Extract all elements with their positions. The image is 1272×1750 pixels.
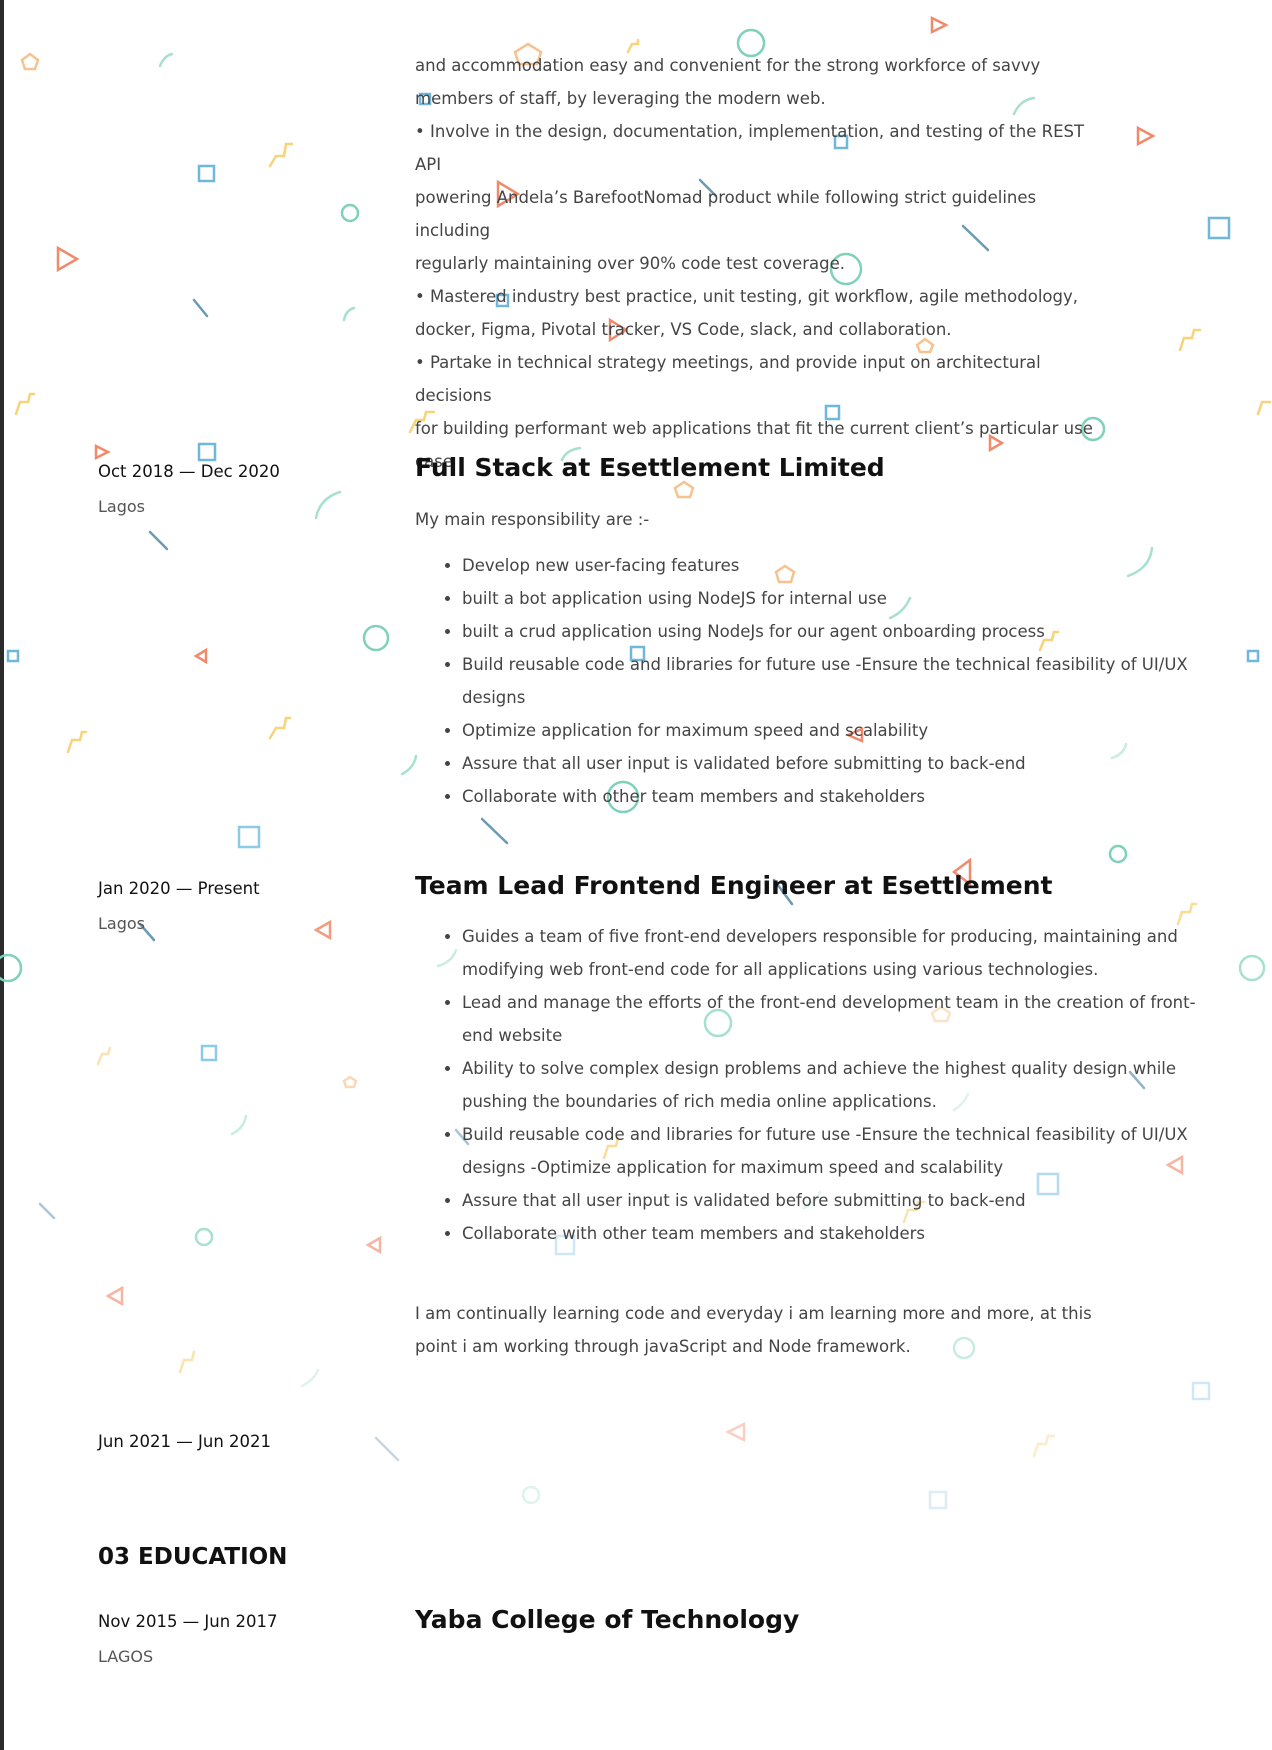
text-line: • Involve in the design, documentation, …	[415, 122, 1085, 174]
confetti-triangle	[193, 647, 208, 665]
text-line: powering Andela’s BarefootNomad product …	[415, 188, 1037, 240]
school-name: Yaba College of Technology	[415, 1605, 800, 1634]
closing-paragraph: I am continually learning code and every…	[415, 1304, 1092, 1356]
text-line: docker, Figma, Pivotal tracker, VS Code,…	[415, 320, 952, 339]
confetti-square	[1207, 216, 1231, 240]
text-line: • Mastered industry best practice, unit …	[415, 287, 1079, 306]
list-item: Collaborate with other team members and …	[462, 780, 1202, 813]
job-date: Oct 2018 — Dec 2020	[98, 462, 280, 481]
confetti-circle	[521, 1485, 541, 1505]
confetti-line	[374, 1436, 400, 1462]
confetti-line	[480, 817, 509, 845]
confetti-triangle	[313, 919, 332, 941]
job-intro: My main responsibility are :-	[415, 510, 650, 529]
text-line: • Partake in technical strategy meetings…	[415, 353, 1041, 405]
confetti-arc	[342, 306, 356, 322]
confetti-zigzag	[178, 1350, 196, 1374]
confetti-square	[6, 649, 20, 663]
text-line: and accommodation easy and convenient fo…	[415, 56, 1041, 75]
confetti-line	[148, 530, 169, 551]
confetti-arc	[230, 1114, 248, 1136]
confetti-square	[237, 825, 261, 849]
education-location: LAGOS	[98, 1647, 154, 1666]
confetti-triangle	[56, 245, 80, 273]
list-item: Develop new user-facing features	[462, 549, 1202, 582]
list-item: built a bot application using NodeJS for…	[462, 582, 1202, 615]
confetti-square	[1191, 1381, 1211, 1401]
confetti-zigzag	[1256, 400, 1272, 416]
confetti-triangle	[105, 1285, 124, 1307]
previous-job-description: and accommodation easy and convenient fo…	[415, 49, 1115, 478]
confetti-triangle	[94, 443, 111, 461]
left-edge-bar	[0, 0, 4, 1750]
confetti-zigzag	[96, 1046, 112, 1066]
confetti-triangle	[725, 1421, 746, 1443]
list-item: Guides a team of five front-end develope…	[462, 920, 1202, 986]
list-item: Build reusable code and libraries for fu…	[462, 648, 1202, 714]
confetti-arc	[314, 490, 342, 520]
list-item: Lead and manage the efforts of the front…	[462, 986, 1202, 1052]
list-item: Build reusable code and libraries for fu…	[462, 1118, 1202, 1184]
confetti-arc	[300, 1368, 320, 1388]
education-date: Nov 2015 — Jun 2017	[98, 1612, 278, 1631]
job-responsibilities: Guides a team of five front-end develope…	[415, 920, 1202, 1250]
list-item: built a crud application using NodeJs fo…	[462, 615, 1202, 648]
job-date: Jan 2020 — Present	[98, 879, 260, 898]
confetti-triangle	[365, 1235, 382, 1255]
confetti-triangle	[930, 15, 949, 35]
list-item: Assure that all user input is validated …	[462, 747, 1202, 780]
confetti-zigzag	[268, 142, 294, 168]
confetti-zigzag	[268, 716, 292, 740]
confetti-triangle	[1136, 125, 1156, 147]
confetti-pentagon	[673, 480, 695, 499]
confetti-zigzag	[14, 392, 36, 416]
job-date: Jun 2021 — Jun 2021	[98, 1432, 272, 1451]
confetti-square	[1246, 649, 1260, 663]
section-title: 03 EDUCATION	[98, 1544, 288, 1570]
confetti-pentagon	[20, 52, 40, 71]
confetti-zigzag	[1032, 1434, 1056, 1458]
job-location: Lagos	[98, 497, 145, 516]
job-location: Lagos	[98, 914, 145, 933]
confetti-line	[38, 1202, 56, 1220]
confetti-circle	[1238, 954, 1266, 982]
list-item: Optimize application for maximum speed a…	[462, 714, 1202, 747]
job-responsibilities: Develop new user-facing features built a…	[415, 549, 1202, 813]
confetti-circle	[1108, 844, 1128, 864]
confetti-zigzag	[1178, 328, 1202, 352]
confetti-square	[197, 442, 217, 462]
list-item: Assure that all user input is validated …	[462, 1184, 1202, 1217]
confetti-line	[192, 298, 209, 318]
list-item: Ability to solve complex design problems…	[462, 1052, 1202, 1118]
confetti-circle	[362, 624, 390, 652]
text-line: regularly maintaining over 90% code test…	[415, 254, 845, 273]
confetti-arc	[400, 754, 418, 776]
confetti-pentagon	[342, 1075, 358, 1089]
text-line: for building performant web applications…	[415, 419, 1093, 438]
confetti-arc	[158, 52, 174, 68]
confetti-square	[200, 1044, 218, 1062]
confetti-circle	[194, 1227, 214, 1247]
list-item: Collaborate with other team members and …	[462, 1217, 1202, 1250]
confetti-zigzag	[66, 730, 88, 754]
job-title: Full Stack at Esettlement Limited	[415, 453, 885, 482]
confetti-square	[928, 1490, 948, 1510]
confetti-square	[197, 164, 216, 183]
confetti-circle	[340, 203, 360, 223]
text-line: members of staff, by leveraging the mode…	[415, 89, 826, 108]
job-title: Team Lead Frontend Engineer at Esettleme…	[415, 871, 1053, 900]
